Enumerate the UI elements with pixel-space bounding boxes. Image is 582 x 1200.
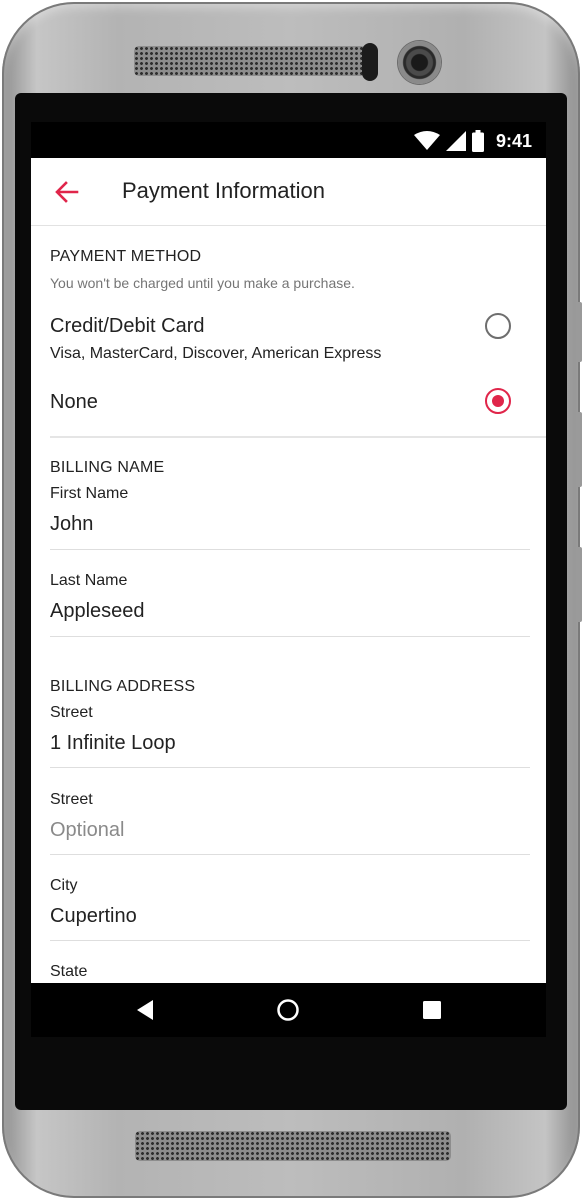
- section-title-payment-method: PAYMENT METHOD: [50, 248, 202, 265]
- street-2-input[interactable]: [50, 813, 530, 847]
- recents-square-icon: [423, 1001, 441, 1019]
- field-underline: [50, 854, 530, 855]
- street-input[interactable]: [50, 726, 530, 760]
- field-label: State: [50, 963, 88, 980]
- cell-signal-icon: [445, 131, 466, 151]
- option-label: Credit/Debit Card: [50, 315, 205, 337]
- nav-recents-button[interactable]: [402, 983, 462, 1037]
- back-button[interactable]: [53, 178, 81, 206]
- bottom-speaker-grille: [135, 1131, 451, 1161]
- section-title-billing-name: BILLING NAME: [50, 459, 165, 476]
- radio-credit-card[interactable]: [485, 313, 511, 339]
- field-label: Street: [50, 704, 93, 721]
- back-triangle-icon: [137, 1000, 153, 1020]
- status-time: 9:41: [495, 130, 532, 151]
- nav-home-button[interactable]: [258, 983, 318, 1037]
- app-bar: Payment Information: [31, 158, 546, 226]
- wifi-icon: [413, 131, 440, 150]
- last-name-input[interactable]: [50, 594, 530, 628]
- page-title: Payment Information: [122, 178, 325, 203]
- field-label: Last Name: [50, 572, 128, 589]
- status-bar: 9:41: [31, 122, 546, 158]
- system-nav-bar: [31, 983, 546, 1037]
- front-camera: [398, 41, 441, 84]
- field-underline: [50, 549, 530, 550]
- proximity-sensor: [362, 43, 378, 81]
- volume-down-button: [576, 547, 582, 622]
- section-divider: [50, 436, 546, 438]
- option-label: None: [50, 391, 98, 413]
- field-underline: [50, 940, 530, 941]
- payment-method-helper: You won't be charged until you make a pu…: [50, 275, 355, 291]
- arrow-left-icon: [55, 181, 79, 203]
- field-underline: [50, 636, 530, 637]
- volume-up-button: [576, 412, 582, 487]
- home-circle-icon: [277, 999, 299, 1021]
- top-speaker-grille: [134, 46, 366, 76]
- radio-none[interactable]: [485, 388, 511, 414]
- side-button: [576, 302, 582, 362]
- battery-icon: [471, 130, 484, 152]
- nav-back-button[interactable]: [115, 983, 175, 1037]
- section-title-billing-address: BILLING ADDRESS: [50, 678, 196, 695]
- option-sublabel: Visa, MasterCard, Discover, American Exp…: [50, 345, 382, 362]
- first-name-input[interactable]: [50, 507, 530, 541]
- field-label: First Name: [50, 485, 129, 502]
- field-underline: [50, 767, 530, 768]
- field-label: Street: [50, 791, 93, 808]
- city-input[interactable]: [50, 899, 530, 933]
- field-label: City: [50, 877, 78, 894]
- screen: 9:41 Payment Information PAYMENT METHOD …: [31, 122, 546, 1037]
